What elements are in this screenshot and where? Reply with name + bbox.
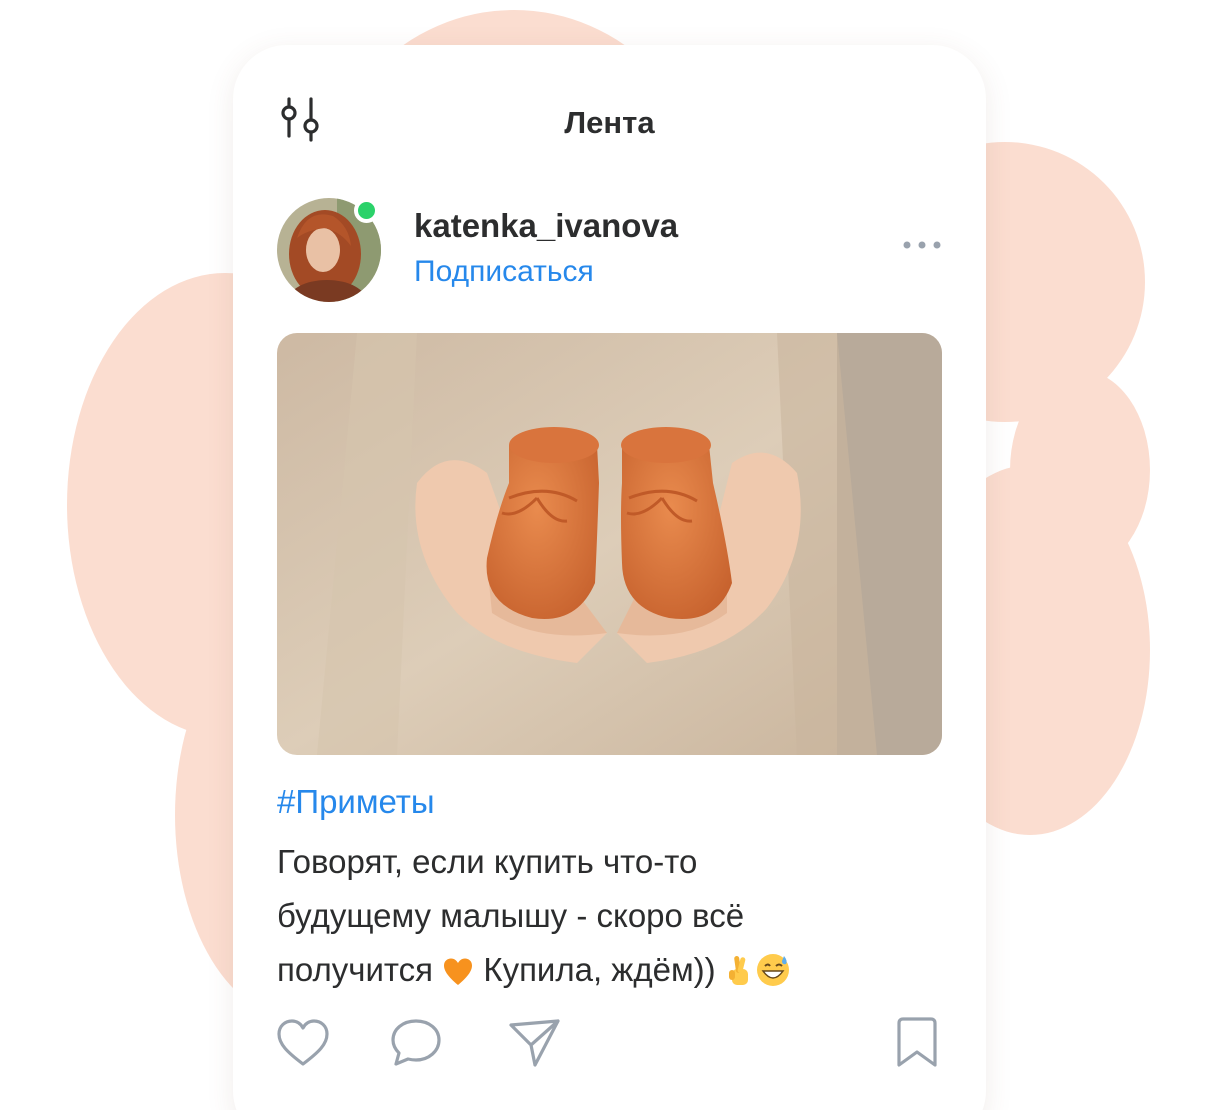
heart-icon[interactable] [275, 1015, 331, 1071]
top-bar: Лента [233, 45, 986, 195]
share-icon[interactable] [507, 1015, 563, 1071]
post-text-fragment: получится [277, 951, 443, 988]
phone-screen: Лента katenka_ivanova Подписаться #Приме… [233, 45, 986, 1110]
grinning-sweat-icon [756, 954, 789, 986]
post-text-line: Говорят, если купить что-то [277, 843, 698, 880]
post-photo[interactable] [277, 333, 942, 755]
post-text-fragment: Купила, ждём)) [474, 951, 725, 988]
subscribe-button[interactable]: Подписаться [414, 255, 594, 289]
online-status-dot [354, 198, 379, 223]
post-text: Говорят, если купить что-то будущему мал… [277, 835, 917, 997]
post-header: katenka_ivanova Подписаться [233, 195, 986, 355]
bookmark-icon[interactable] [889, 1015, 945, 1071]
orange-heart-icon [444, 958, 473, 985]
hashtag-link[interactable]: #Приметы [277, 783, 435, 821]
post-text-line: будущему малышу - скоро всё [277, 897, 745, 934]
more-dots-icon[interactable] [901, 233, 945, 257]
comment-icon[interactable] [388, 1015, 444, 1071]
post-text-line: получится Купила, ждём)) [277, 943, 917, 997]
post-actions [233, 1015, 986, 1085]
page-title: Лента [564, 105, 655, 140]
username[interactable]: katenka_ivanova [414, 207, 678, 245]
baby-booties-image [277, 333, 942, 755]
stage: Лента katenka_ivanova Подписаться #Приме… [0, 0, 1220, 1110]
crossed-fingers-icon [728, 955, 748, 985]
